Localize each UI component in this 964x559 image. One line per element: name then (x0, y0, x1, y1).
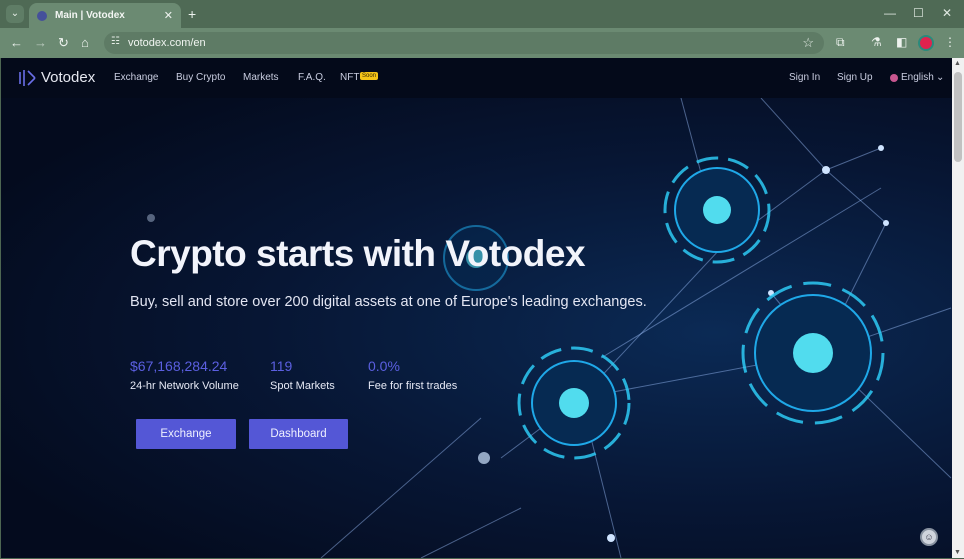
back-icon[interactable]: ← (10, 35, 23, 51)
page-scrollbar[interactable]: ▲ ▼ (952, 58, 964, 558)
tab-strip: ⌄ Main | Votodex ✕ + — ☐ ✕ (0, 0, 964, 28)
url-text[interactable]: votodex.com/en (128, 37, 206, 49)
favicon-icon (37, 10, 47, 21)
stat-volume-value: $67,168,284.24 (130, 358, 228, 374)
language-flag-icon (890, 74, 898, 82)
nav-nft[interactable]: NFT (340, 72, 359, 83)
forward-icon[interactable]: → (34, 35, 47, 51)
stat-markets-value: 119 (270, 358, 293, 374)
browser-toolbar: ← → ↻ ⌂ ☷ votodex.com/en ☆ ⧉ ⚗ ◧ ⋮ (0, 28, 964, 58)
hero-subtitle: Buy, sell and store over 200 digital ass… (130, 294, 647, 310)
nav-faq[interactable]: F.A.Q. (298, 72, 326, 83)
dashboard-button[interactable]: Dashboard (249, 419, 348, 449)
menu-icon[interactable]: ⋮ (944, 35, 956, 49)
stat-markets-label: Spot Markets (270, 380, 335, 392)
web-page: Votodex Exchange Buy Crypto Markets F.A.… (1, 58, 952, 558)
tab-title: Main | Votodex (55, 10, 125, 21)
stat-volume-label: 24-hr Network Volume (130, 380, 239, 392)
hero-title: Crypto starts with Votodex (130, 233, 586, 274)
close-window-icon[interactable]: ✕ (942, 6, 952, 20)
nav-markets[interactable]: Markets (243, 72, 279, 83)
minimize-icon[interactable]: — (884, 6, 896, 20)
labs-icon[interactable]: ⚗ (871, 35, 882, 49)
new-tab-icon[interactable]: + (188, 6, 196, 22)
stat-fee-value: 0.0% (368, 358, 400, 374)
votodex-logo-icon (19, 70, 36, 86)
sign-in-link[interactable]: Sign In (789, 72, 820, 83)
browser-tab[interactable]: Main | Votodex ✕ (29, 3, 181, 28)
maximize-icon[interactable]: ☐ (913, 6, 924, 20)
language-selector[interactable]: English (901, 72, 934, 83)
extensions-icon[interactable]: ⧉ (836, 35, 845, 50)
stat-fee-label: Fee for first trades (368, 380, 458, 392)
tab-list-icon[interactable]: ⌄ (6, 5, 24, 23)
home-icon[interactable]: ⌂ (81, 35, 89, 51)
reload-icon[interactable]: ↻ (58, 35, 69, 51)
sign-up-link[interactable]: Sign Up (837, 72, 873, 83)
support-chat-icon[interactable]: ☺ (920, 528, 938, 546)
cardano-node-1 (663, 156, 771, 264)
scrollbar-thumb[interactable] (954, 72, 962, 162)
exchange-button[interactable]: Exchange (136, 419, 236, 449)
soon-badge: Soon (360, 72, 379, 80)
nav-exchange[interactable]: Exchange (114, 72, 158, 83)
site-info-icon[interactable]: ☷ (111, 36, 120, 47)
site-navbar: Votodex Exchange Buy Crypto Markets F.A.… (1, 58, 952, 98)
chevron-down-icon[interactable]: ⌄ (936, 72, 944, 83)
cardano-node-2 (741, 281, 885, 425)
nav-buy-crypto[interactable]: Buy Crypto (176, 72, 225, 83)
close-tab-icon[interactable]: ✕ (164, 9, 173, 22)
profile-icon[interactable] (920, 37, 932, 49)
address-bar[interactable]: ☷ votodex.com/en ☆ (104, 32, 824, 54)
scroll-down-icon[interactable]: ▼ (954, 549, 961, 556)
side-panel-icon[interactable]: ◧ (896, 35, 907, 49)
bookmark-star-icon[interactable]: ☆ (802, 35, 814, 51)
scroll-up-icon[interactable]: ▲ (954, 60, 961, 67)
logo-text[interactable]: Votodex (41, 69, 95, 86)
cardano-node-3 (517, 346, 631, 460)
network-background (147, 98, 952, 558)
